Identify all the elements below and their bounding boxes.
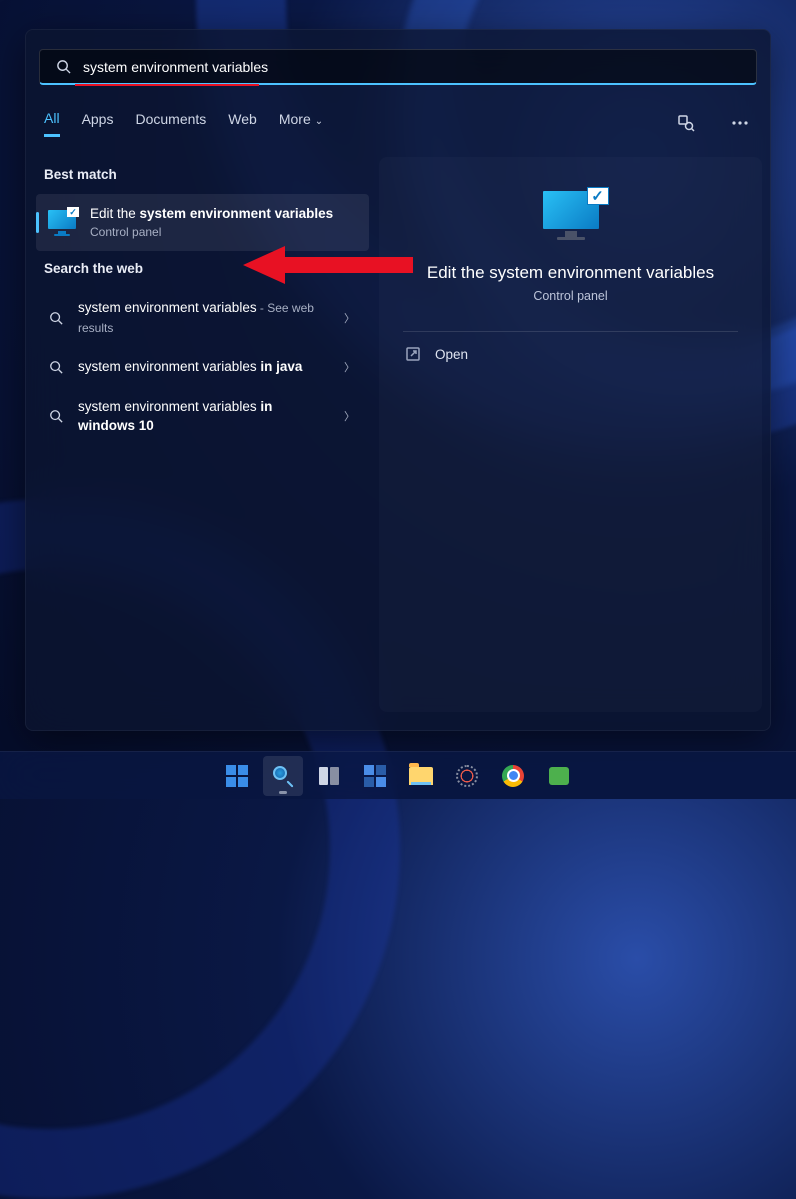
filter-tabs: All Apps Documents Web More⌄ bbox=[34, 85, 762, 139]
chat-icon bbox=[549, 767, 569, 785]
widgets-icon bbox=[364, 765, 386, 787]
web-result-text: system environment variables - See web r… bbox=[78, 298, 330, 337]
chevron-down-icon: ⌄ bbox=[315, 116, 323, 127]
preview-title: Edit the system environment variables bbox=[427, 263, 714, 283]
web-result-text: system environment variables in windows … bbox=[78, 397, 330, 436]
chevron-right-icon: 〉 bbox=[344, 359, 355, 375]
app-button-1[interactable] bbox=[447, 756, 487, 796]
annotation-underline bbox=[75, 84, 259, 86]
tab-more[interactable]: More⌄ bbox=[279, 111, 323, 135]
web-result-text: system environment variables in java bbox=[78, 357, 330, 377]
control-panel-icon bbox=[48, 210, 76, 234]
search-icon bbox=[49, 409, 63, 423]
tab-web[interactable]: Web bbox=[228, 111, 257, 135]
taskbar bbox=[0, 751, 796, 799]
start-button[interactable] bbox=[217, 756, 257, 796]
results-column: Best match Edit the system environment v… bbox=[34, 157, 369, 712]
tab-apps[interactable]: Apps bbox=[82, 111, 114, 135]
web-result-0[interactable]: system environment variables - See web r… bbox=[36, 288, 369, 347]
chevron-right-icon: 〉 bbox=[344, 310, 355, 326]
search-icon bbox=[56, 59, 71, 74]
windows-logo-icon bbox=[226, 765, 248, 787]
search-button[interactable] bbox=[263, 756, 303, 796]
task-view-icon bbox=[319, 767, 339, 785]
more-options-button[interactable] bbox=[724, 107, 756, 139]
chrome-button[interactable] bbox=[493, 756, 533, 796]
open-label: Open bbox=[435, 347, 468, 362]
web-result-1[interactable]: system environment variables in java 〉 bbox=[36, 347, 369, 387]
task-view-button[interactable] bbox=[309, 756, 349, 796]
preview-pane: Edit the system environment variables Co… bbox=[379, 157, 762, 712]
folder-icon bbox=[409, 767, 433, 785]
chrome-icon bbox=[502, 765, 524, 787]
best-match-result[interactable]: Edit the system environment variables Co… bbox=[36, 194, 369, 251]
search-home-icon-button[interactable] bbox=[670, 107, 702, 139]
search-web-label: Search the web bbox=[36, 251, 369, 288]
control-panel-icon-large bbox=[543, 191, 599, 239]
search-icon bbox=[272, 765, 294, 787]
best-match-label: Best match bbox=[36, 157, 369, 194]
tab-all[interactable]: All bbox=[44, 110, 60, 137]
tab-documents[interactable]: Documents bbox=[135, 111, 206, 135]
open-external-icon bbox=[405, 346, 421, 362]
search-box[interactable] bbox=[39, 49, 757, 85]
search-icon bbox=[49, 311, 63, 325]
search-panel: All Apps Documents Web More⌄ Best match … bbox=[25, 29, 771, 731]
chat-button[interactable] bbox=[539, 756, 579, 796]
file-explorer-button[interactable] bbox=[401, 756, 441, 796]
search-input[interactable] bbox=[83, 59, 740, 75]
result-title: Edit the system environment variables bbox=[90, 204, 355, 224]
open-action[interactable]: Open bbox=[403, 332, 738, 376]
app-icon bbox=[456, 765, 478, 787]
web-result-2[interactable]: system environment variables in windows … bbox=[36, 387, 369, 446]
search-icon bbox=[49, 360, 63, 374]
result-subtitle: Control panel bbox=[90, 224, 355, 241]
chevron-right-icon: 〉 bbox=[344, 408, 355, 424]
preview-subtitle: Control panel bbox=[533, 289, 607, 303]
widgets-button[interactable] bbox=[355, 756, 395, 796]
